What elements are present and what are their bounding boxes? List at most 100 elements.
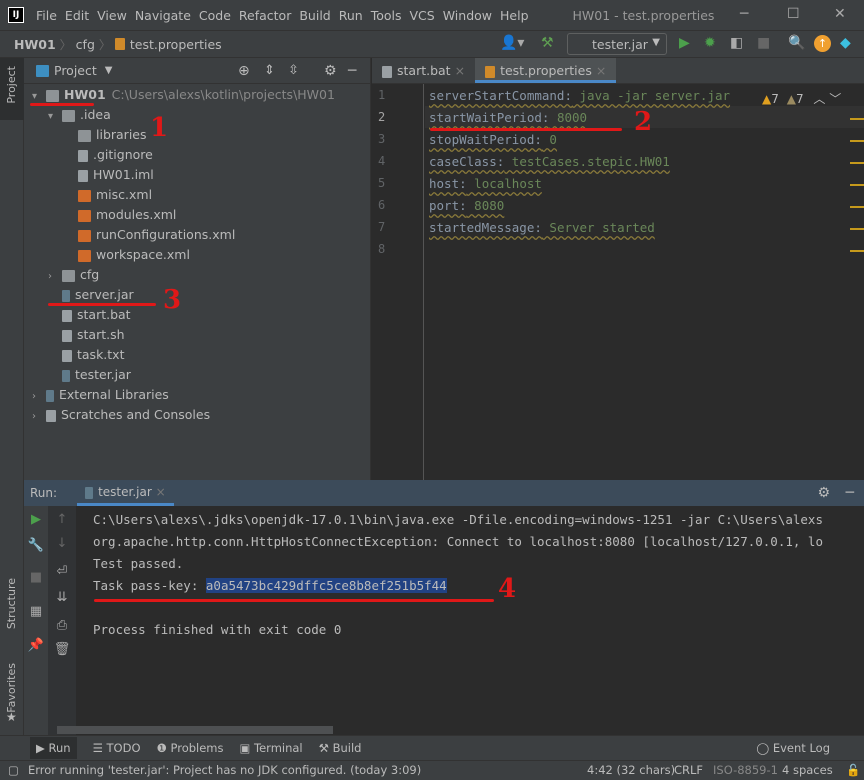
run-tab-tester-jar[interactable]: tester.jar × [77,480,174,506]
tool-run[interactable]: ▶ Run [30,737,77,759]
trash-icon[interactable]: 🗑 [50,642,74,657]
tree-item[interactable]: runConfigurations.xml [64,225,235,245]
menu-build[interactable]: Build [295,8,334,23]
caret-position[interactable]: 4:42 (32 chars) [587,761,675,780]
soft-wrap-icon[interactable]: ⏎ [50,564,74,579]
tree-item[interactable]: task.txt [48,345,125,365]
tree-item[interactable]: .gitignore [64,145,153,165]
down-arrow-icon[interactable]: ↓ [50,536,74,551]
minimize-button[interactable]: ─ [740,6,748,22]
code-line[interactable]: stopWaitPeriod: 0 [429,132,557,147]
tree-item[interactable]: start.bat [48,305,131,325]
wrench-icon[interactable]: 🔧 [24,538,48,553]
pin-icon[interactable]: 📌 [24,638,48,653]
tab-start-bat[interactable]: start.bat × [372,58,475,83]
run-icon[interactable]: ▶ [679,35,690,51]
tree-item[interactable]: libraries [64,125,147,145]
tree-item[interactable]: modules.xml [64,205,176,225]
menu-file[interactable]: File [32,8,61,23]
hide-icon[interactable]: ─ [846,485,854,501]
search-icon[interactable]: 🔍 [788,35,805,51]
code-line[interactable]: startedMessage: Server started [429,220,655,235]
project-title[interactable]: Project [54,63,97,78]
rerun-icon[interactable]: ▶ [24,512,48,527]
menu-vcs[interactable]: VCS [406,8,439,23]
code-line[interactable]: port: 8080 [429,198,504,213]
status-message[interactable]: Error running 'tester.jar': Project has … [28,761,421,780]
inspection-widget[interactable]: ▲7 ▲7 ︿ ﹀ [762,90,841,107]
close-tab-icon[interactable]: × [156,485,166,499]
prev-highlight-icon[interactable]: ︿ [813,92,825,106]
warning-stripe-marker[interactable] [850,140,864,142]
hide-icon[interactable]: ─ [348,63,356,79]
coverage-icon[interactable]: ◧ [730,35,743,51]
toolbox-icon[interactable]: ◆ [840,35,851,51]
run-config-select[interactable]: tester.jar ▼ [567,33,667,55]
line-separator[interactable]: CRLF [674,761,703,780]
menu-refactor[interactable]: Refactor [235,8,295,23]
tree-item[interactable]: › cfg [48,265,99,285]
warning-stripe-marker[interactable] [850,184,864,186]
close-button[interactable]: ✕ [834,6,846,22]
expand-arrow-icon[interactable]: ▾ [48,107,62,127]
warning-stripe-marker[interactable] [850,250,864,252]
update-icon[interactable]: ↑ [814,35,831,52]
gear-icon[interactable]: ⚙ [817,485,830,501]
tree-item[interactable]: workspace.xml [64,245,190,265]
menu-help[interactable]: Help [496,8,533,23]
project-tool-button[interactable]: Project [5,66,18,104]
expand-arrow-icon[interactable]: › [48,267,62,287]
lock-icon[interactable]: 🔓 [846,761,860,780]
expand-arrow-icon[interactable]: › [32,387,46,407]
event-log-button[interactable]: ◯ Event Log [756,741,830,755]
tool-build[interactable]: ⚒ Build [319,741,362,755]
menu-code[interactable]: Code [195,8,235,23]
status-toggle-icon[interactable]: ▢ [8,761,19,780]
locate-icon[interactable]: ⊕ [238,63,250,79]
horizontal-scrollbar[interactable] [57,726,333,734]
stop-icon[interactable]: ■ [24,570,48,585]
tab-test-properties[interactable]: test.properties × [475,58,617,83]
breadcrumb-hw01[interactable]: HW01 [14,37,56,52]
tree-item[interactable]: tester.jar [48,365,131,385]
menu-window[interactable]: Window [439,8,496,23]
tree-item[interactable]: › Scratches and Consoles [32,405,210,425]
structure-tool-button[interactable]: Structure [5,578,18,629]
up-arrow-icon[interactable]: ↑ [50,512,74,527]
menu-view[interactable]: View [93,8,131,23]
expand-all-icon[interactable]: ⇕ [264,63,275,78]
tree-item[interactable]: ▾ .idea [48,105,111,125]
tree-item[interactable]: HW01.iml [64,165,154,185]
user-icon[interactable]: 👤▾ [500,35,524,51]
next-highlight-icon[interactable]: ﹀ [829,92,841,106]
print-icon[interactable]: ⎙ [50,618,74,633]
build-hammer-icon[interactable]: ⚒ [541,35,554,51]
gear-icon[interactable]: ⚙ [324,63,337,79]
menu-run[interactable]: Run [335,8,367,23]
code-line[interactable]: startWaitPeriod: 8000 [429,110,587,125]
maximize-button[interactable]: ☐ [787,6,800,22]
breadcrumb-cfg[interactable]: cfg [76,37,95,52]
tool-todo[interactable]: ☰ TODO [93,741,141,755]
file-encoding[interactable]: ISO-8859-1 [713,761,778,780]
code-line[interactable]: host: localhost [429,176,542,191]
code-line[interactable]: serverStartCommand: java -jar server.jar [429,88,730,103]
tree-item[interactable]: start.sh [48,325,125,345]
menu-edit[interactable]: Edit [61,8,93,23]
chevron-down-icon[interactable]: ▼ [105,65,113,76]
code-line[interactable]: caseClass: testCases.stepic.HW01 [429,154,670,169]
scroll-to-end-icon[interactable]: ⇊ [50,590,74,605]
expand-arrow-icon[interactable]: › [32,407,46,427]
warning-stripe-marker[interactable] [850,206,864,208]
tool-terminal[interactable]: ▣ Terminal [240,741,303,755]
tree-item[interactable]: ▾ HW01 C:\Users\alexs\kotlin\projects\HW01 [32,85,335,105]
close-tab-icon[interactable]: × [596,63,606,78]
warning-stripe-marker[interactable] [850,162,864,164]
debug-icon[interactable]: ✹ [704,35,716,51]
breadcrumb-file[interactable]: test.properties [130,37,222,52]
stop-icon[interactable]: ■ [757,35,770,51]
close-tab-icon[interactable]: × [455,63,465,78]
tree-item[interactable]: server.jar [48,285,134,305]
menu-tools[interactable]: Tools [367,8,406,23]
warning-stripe-marker[interactable] [850,118,864,120]
